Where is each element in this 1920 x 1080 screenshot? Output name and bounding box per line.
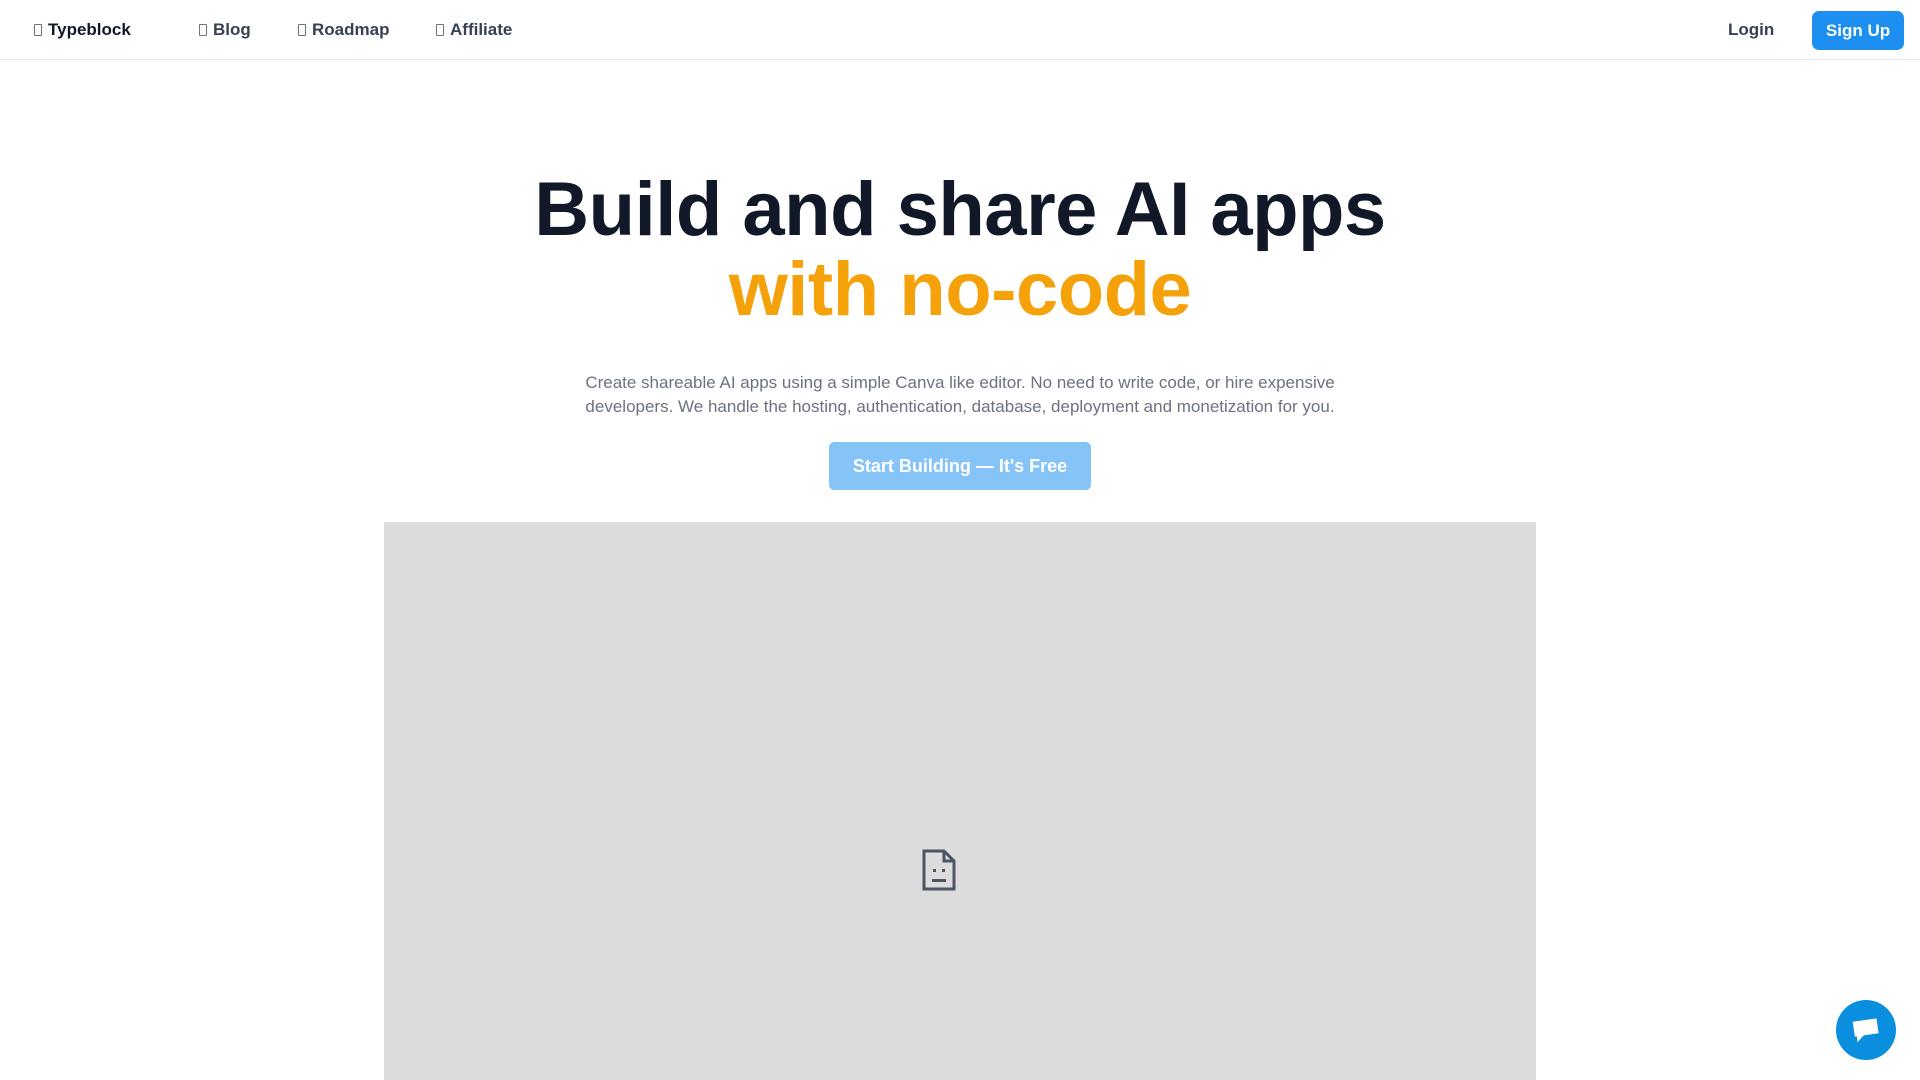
brand-name: Typeblock [48, 19, 131, 39]
login-link[interactable]: Login [1728, 0, 1774, 59]
broken-document-icon [922, 849, 956, 891]
nav-link-label: Affiliate [450, 19, 513, 39]
product-preview-frame [384, 522, 1536, 1080]
hero-title-line1: Build and share AI apps [534, 167, 1386, 252]
brand-icon [34, 23, 42, 36]
roadmap-icon [298, 23, 306, 36]
nav-link-blog[interactable]: Blog [199, 0, 251, 59]
brand-link[interactable]: Typeblock [34, 0, 131, 59]
nav-link-label: Roadmap [312, 19, 390, 39]
nav-link-affiliate[interactable]: Affiliate [436, 0, 512, 59]
hero-subtitle-line2: developers. We handle the hosting, authe… [585, 397, 1335, 416]
signup-button[interactable]: Sign Up [1812, 11, 1904, 50]
hero-subtitle: Create shareable AI apps using a simple … [560, 371, 1360, 419]
nav-link-label: Blog [213, 19, 251, 39]
top-navbar: Typeblock Blog Roadmap Affiliate Login S… [0, 0, 1920, 60]
nav-link-roadmap[interactable]: Roadmap [298, 0, 389, 59]
chat-bubble-icon [1852, 1018, 1879, 1043]
blog-icon [199, 23, 207, 36]
hero-title: Build and share AI apps with no-code [0, 170, 1920, 330]
affiliate-icon [436, 23, 444, 36]
hero-title-highlight: with no-code [728, 247, 1192, 332]
hero-subtitle-line1: Create shareable AI apps using a simple … [585, 373, 1335, 392]
start-building-button[interactable]: Start Building — It's Free [829, 442, 1091, 490]
chat-launcher-button[interactable] [1836, 1000, 1896, 1060]
